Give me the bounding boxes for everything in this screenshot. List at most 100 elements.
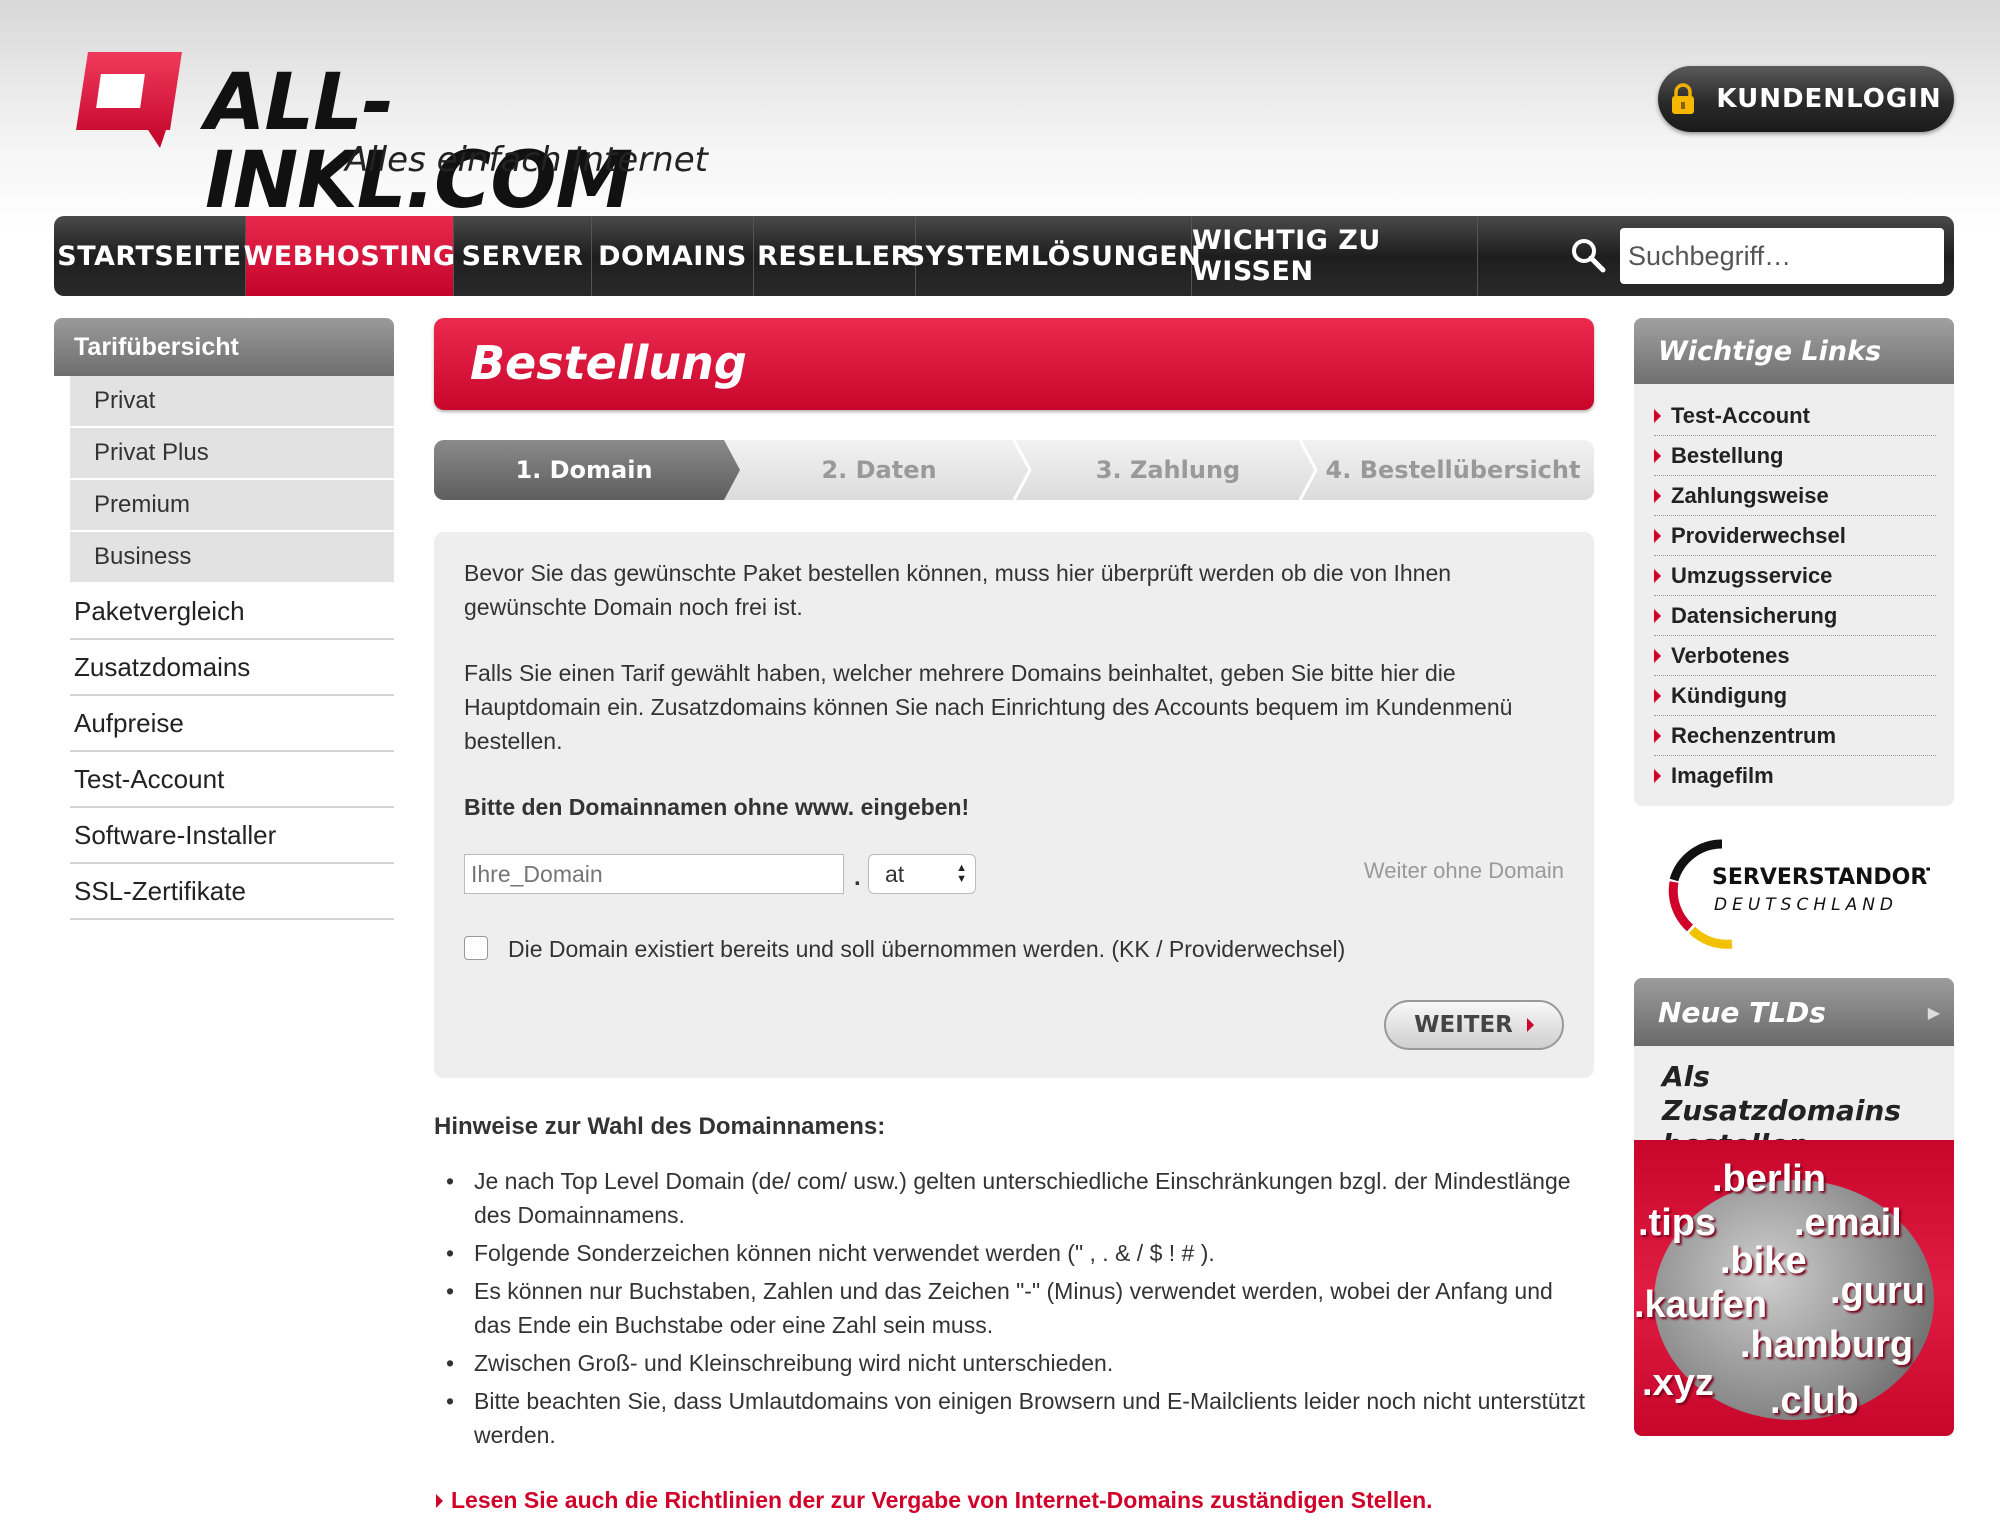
sidebar-item-business[interactable]: Business xyxy=(70,532,394,584)
nav-item-webhosting[interactable]: WEBHOSTING xyxy=(243,216,455,296)
arrow-right-icon xyxy=(436,1493,443,1508)
search-icon[interactable] xyxy=(1570,237,1606,273)
arrow-right-icon xyxy=(1654,648,1661,663)
hints-title: Hinweise zur Wahl des Domainnamens: xyxy=(434,1113,886,1140)
tld-select[interactable]: at ▲ ▼ xyxy=(868,854,976,894)
bullet-icon: • xyxy=(446,1388,455,1414)
weiter-button[interactable]: WEITER xyxy=(1384,1000,1564,1050)
kundenlogin-label: KUNDENLOGIN xyxy=(1716,84,1942,114)
nav-item-wichtig-zu-wissen[interactable]: WICHTIG ZU WISSEN xyxy=(1192,216,1478,296)
chevron-right-icon: ▶ xyxy=(1927,1002,1940,1022)
transfer-checkbox[interactable] xyxy=(464,936,488,960)
arrow-right-icon xyxy=(1654,608,1661,623)
intro-text-2: Falls Sie einen Tarif gewählt haben, wel… xyxy=(464,660,1513,754)
bullet-icon: • xyxy=(446,1278,455,1304)
link-verbotenes[interactable]: Verbotenes xyxy=(1654,636,1936,676)
domain-input[interactable] xyxy=(464,854,844,894)
arrow-right-icon xyxy=(1654,728,1661,743)
logo-mark-icon xyxy=(76,52,182,148)
link-imagefilm[interactable]: Imagefilm xyxy=(1654,756,1936,796)
link-zahlungsweise[interactable]: Zahlungsweise xyxy=(1654,476,1936,516)
instruction-text: Bitte den Domainnamen ohne www. eingeben… xyxy=(464,794,970,820)
logo[interactable]: ALL-INKL.COM Alles einfach Internet xyxy=(70,50,710,220)
nav-item-domains[interactable]: DOMAINS xyxy=(592,216,754,296)
important-links-box: Wichtige Links Test-Account Bestellung Z… xyxy=(1634,318,1954,806)
tld-word: .bike xyxy=(1720,1240,1807,1282)
kundenlogin-button[interactable]: KUNDENLOGIN xyxy=(1658,66,1954,132)
tld-word: .hamburg xyxy=(1740,1324,1914,1366)
sidebar-item-aufpreise[interactable]: Aufpreise xyxy=(70,696,394,752)
arrow-right-icon xyxy=(1654,769,1661,783)
link-providerwechsel[interactable]: Providerwechsel xyxy=(1654,516,1936,556)
intro-text-1: Bevor Sie das gewünschte Paket bestellen… xyxy=(464,560,1452,620)
list-item: • Je nach Top Level Domain (de/ com/ usw.… xyxy=(446,1164,1596,1232)
important-links-title: Wichtige Links xyxy=(1634,318,1954,384)
tld-word: .xyz xyxy=(1642,1362,1714,1404)
weiter-label: WEITER xyxy=(1414,1012,1513,1038)
select-arrows-icon: ▲ ▼ xyxy=(956,862,967,885)
guidelines-link-text: Lesen Sie auch die Richtlinien der zur V… xyxy=(451,1487,1433,1513)
order-steps: 1. Domain 2. Daten 3. Zahlung 4. Bestell… xyxy=(434,440,1594,500)
domain-check-panel: Bevor Sie das gewünschte Paket bestellen… xyxy=(434,532,1594,1078)
sidebar-item-zusatzdomains[interactable]: Zusatzdomains xyxy=(70,640,394,696)
tld-word: .tips xyxy=(1638,1202,1717,1244)
new-tlds-header[interactable]: Neue TLDs ▶ xyxy=(1634,978,1954,1046)
link-datensicherung[interactable]: Datensicherung xyxy=(1654,596,1936,636)
list-item: • Folgende Sonderzeichen können nicht ver… xyxy=(446,1236,1596,1270)
tld-word: .email xyxy=(1794,1202,1902,1244)
list-item: • Bitte beachten Sie, dass Umlautdomains … xyxy=(446,1384,1596,1452)
sidebar-item-privat[interactable]: Privat xyxy=(70,376,394,428)
sidebar-item-ssl-zertifikate[interactable]: SSL-Zertifikate xyxy=(70,864,394,920)
sidebar-title[interactable]: Tarifübersicht xyxy=(54,318,394,376)
tld-word: .kaufen xyxy=(1634,1284,1768,1326)
arrow-right-icon xyxy=(1654,448,1661,463)
new-tlds-box[interactable]: Neue TLDs ▶ Als Zusatzdomains bestellen … xyxy=(1634,978,1954,1436)
important-links-list: Test-Account Bestellung Zahlungsweise Pr… xyxy=(1654,396,1936,796)
step-domain[interactable]: 1. Domain xyxy=(434,440,734,500)
nav-item-systemloesungen[interactable]: SYSTEMLÖSUNGEN xyxy=(906,216,1201,296)
step-daten: 2. Daten xyxy=(821,456,937,484)
lock-icon xyxy=(1672,83,1695,114)
guidelines-link[interactable]: Lesen Sie auch die Richtlinien der zur V… xyxy=(436,1487,1433,1514)
tld-selected-value: at xyxy=(885,860,905,887)
sidebar-item-paketvergleich[interactable]: Paketvergleich xyxy=(70,584,394,640)
bullet-icon: • xyxy=(446,1240,455,1266)
step-bestelluebersicht: 4. Bestellübersicht xyxy=(1325,456,1581,484)
tld-word: .guru xyxy=(1830,1270,1925,1312)
bullet-icon: • xyxy=(446,1168,455,1194)
search-input[interactable] xyxy=(1620,228,1944,284)
sidebar-item-test-account[interactable]: Test-Account xyxy=(70,752,394,808)
arrow-right-icon xyxy=(1654,688,1661,703)
nav-item-startseite[interactable]: STARTSEITE xyxy=(54,216,246,296)
sidebar-item-privat-plus[interactable]: Privat Plus xyxy=(70,428,394,480)
tld-word: .club xyxy=(1770,1380,1859,1422)
badge-line-2: DEUTSCHLAND xyxy=(1714,895,1898,915)
page-title: Bestellung xyxy=(470,336,747,390)
bullet-icon: • xyxy=(446,1350,455,1376)
arrow-right-icon xyxy=(1526,1018,1534,1032)
transfer-checkbox-label[interactable]: Die Domain existiert bereits und soll üb… xyxy=(508,936,1345,963)
nav-item-server[interactable]: SERVER xyxy=(454,216,592,296)
link-umzugsservice[interactable]: Umzugsservice xyxy=(1654,556,1936,596)
link-test-account[interactable]: Test-Account xyxy=(1654,396,1936,436)
skip-domain-link[interactable]: Weiter ohne Domain xyxy=(1364,858,1564,884)
link-kuendigung[interactable]: Kündigung xyxy=(1654,676,1936,716)
page-title-bar: Bestellung xyxy=(434,318,1594,410)
badge-line-1: SERVERSTANDORT xyxy=(1712,865,1930,890)
tld-word: .berlin xyxy=(1712,1158,1827,1200)
domain-dot: . xyxy=(854,864,861,891)
arrow-right-icon xyxy=(1654,408,1661,423)
arrow-right-icon xyxy=(1654,488,1661,503)
nav-item-reseller[interactable]: RESELLER xyxy=(754,216,916,296)
link-rechenzentrum[interactable]: Rechenzentrum xyxy=(1654,716,1936,756)
tld-image: .berlin .tips .email .bike .kaufen .guru… xyxy=(1634,1140,1954,1436)
arrow-right-icon xyxy=(1654,528,1661,543)
logo-slogan: Alles einfach Internet xyxy=(345,140,708,180)
serverstandort-badge: SERVERSTANDORT DEUTSCHLAND xyxy=(1668,839,1930,949)
list-item: • Zwischen Groß- und Kleinschreibung wird… xyxy=(446,1346,1596,1380)
list-item: • Es können nur Buchstaben, Zahlen und da… xyxy=(446,1274,1596,1342)
link-bestellung[interactable]: Bestellung xyxy=(1654,436,1936,476)
sidebar-item-premium[interactable]: Premium xyxy=(70,480,394,532)
step-zahlung: 3. Zahlung xyxy=(1095,456,1241,484)
sidebar-item-software-installer[interactable]: Software-Installer xyxy=(70,808,394,864)
